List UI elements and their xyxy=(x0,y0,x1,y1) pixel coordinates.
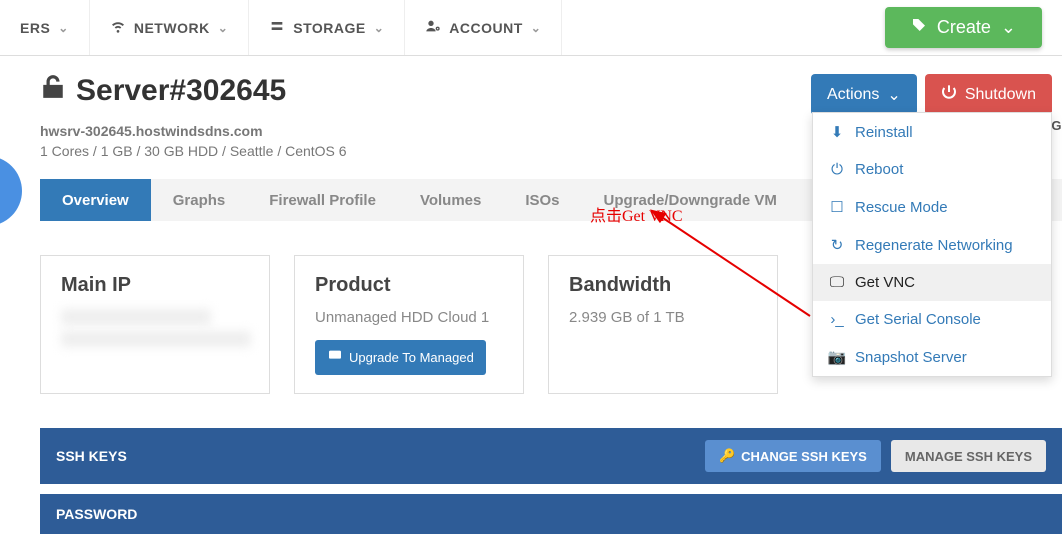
camera-icon: 📷 xyxy=(829,348,845,366)
card-main-ip: Main IP xyxy=(40,255,270,394)
user-cog-icon xyxy=(425,18,441,37)
create-button[interactable]: Create ⌄ xyxy=(885,7,1042,48)
tab-isos[interactable]: ISOs xyxy=(503,179,581,221)
nav-label: ERS xyxy=(20,20,50,36)
shutdown-button[interactable]: Shutdown xyxy=(925,74,1052,115)
refresh-icon: ↻ xyxy=(829,236,845,254)
create-label: Create xyxy=(937,17,991,38)
menu-rescue[interactable]: ☐ Rescue Mode xyxy=(813,188,1051,226)
key-icon: 🔑 xyxy=(719,448,735,464)
chevron-down-icon: ⌄ xyxy=(531,21,542,35)
chevron-down-icon: ⌄ xyxy=(887,85,900,105)
power-icon xyxy=(941,84,957,105)
title-text: Server#302645 xyxy=(76,74,286,108)
card-product: Product Unmanaged HDD Cloud 1 Upgrade To… xyxy=(294,255,524,394)
menu-label: Reboot xyxy=(855,161,903,178)
chevron-down-icon: ⌄ xyxy=(58,21,69,35)
tab-volumes[interactable]: Volumes xyxy=(398,179,503,221)
chevron-down-icon: ⌄ xyxy=(218,21,229,35)
monitor-icon: 🖵 xyxy=(829,274,845,291)
manage-ssh-button[interactable]: MANAGE SSH KEYS xyxy=(891,440,1046,472)
menu-snapshot[interactable]: 📷 Snapshot Server xyxy=(813,338,1051,376)
life-ring-icon: ☐ xyxy=(829,198,845,216)
menu-serial-console[interactable]: ›_ Get Serial Console xyxy=(813,301,1051,338)
tab-firewall[interactable]: Firewall Profile xyxy=(247,179,398,221)
menu-label: Regenerate Networking xyxy=(855,237,1013,254)
storage-icon xyxy=(269,18,285,37)
nav-storage[interactable]: STORAGE ⌄ xyxy=(249,0,405,55)
side-bubble xyxy=(0,156,22,226)
product-value: Unmanaged HDD Cloud 1 xyxy=(315,309,503,326)
nav-label: ACCOUNT xyxy=(449,20,523,36)
menu-label: Snapshot Server xyxy=(855,349,967,366)
menu-label: Reinstall xyxy=(855,124,913,141)
terminal-icon: ›_ xyxy=(829,311,845,328)
actions-dropdown: ⬇ Reinstall ⏻ Reboot ☐ Rescue Mode ↻ Regener… xyxy=(812,112,1052,377)
tab-overview[interactable]: Overview xyxy=(40,179,151,221)
btn-label: MANAGE SSH KEYS xyxy=(905,449,1032,464)
menu-regen-network[interactable]: ↻ Regenerate Networking xyxy=(813,226,1051,264)
menu-get-vnc[interactable]: 🖵 Get VNC xyxy=(813,264,1051,301)
tab-graphs[interactable]: Graphs xyxy=(151,179,248,221)
actions-label: Actions xyxy=(827,86,879,104)
upgrade-label: Upgrade To Managed xyxy=(349,350,474,365)
chevron-down-icon: ⌄ xyxy=(1001,17,1016,38)
menu-reboot[interactable]: ⏻ Reboot xyxy=(813,151,1051,188)
menu-label: Rescue Mode xyxy=(855,199,948,216)
redacted-ip xyxy=(61,309,211,325)
shutdown-label: Shutdown xyxy=(965,86,1036,104)
download-icon: ⬇ xyxy=(829,123,845,141)
upgrade-managed-button[interactable]: Upgrade To Managed xyxy=(315,340,486,375)
actions-button[interactable]: Actions ⌄ xyxy=(811,74,917,115)
bandwidth-value: 2.939 GB of 1 TB xyxy=(569,309,757,326)
card-bandwidth: Bandwidth 2.939 GB of 1 TB xyxy=(548,255,778,394)
top-nav: ERS ⌄ NETWORK ⌄ STORAGE ⌄ ACCOUNT ⌄ Crea… xyxy=(0,0,1062,56)
unlock-icon xyxy=(40,74,66,108)
chevron-down-icon: ⌄ xyxy=(374,21,385,35)
wifi-icon xyxy=(110,18,126,37)
password-title: PASSWORD xyxy=(56,506,137,522)
power-icon: ⏻ xyxy=(829,161,845,178)
tag-icon xyxy=(911,17,927,38)
card-title: Product xyxy=(315,274,503,297)
password-bar: PASSWORD xyxy=(40,494,1062,534)
ssh-keys-bar: SSH KEYS 🔑 CHANGE SSH KEYS MANAGE SSH KE… xyxy=(40,428,1062,484)
nav-label: STORAGE xyxy=(293,20,365,36)
menu-label: Get Serial Console xyxy=(855,311,981,328)
annotation-text: 点击Get VNC xyxy=(590,202,683,226)
upgrade-icon xyxy=(327,348,343,367)
card-title: Main IP xyxy=(61,274,249,297)
btn-label: CHANGE SSH KEYS xyxy=(741,449,867,464)
nav-servers[interactable]: ERS ⌄ xyxy=(0,0,90,55)
change-ssh-button[interactable]: 🔑 CHANGE SSH KEYS xyxy=(705,440,881,472)
menu-label: Get VNC xyxy=(855,274,915,291)
ssh-title: SSH KEYS xyxy=(56,448,127,464)
page-title: Server#302645 xyxy=(40,74,286,108)
nav-label: NETWORK xyxy=(134,20,210,36)
nav-account[interactable]: ACCOUNT ⌄ xyxy=(405,0,562,55)
redacted-ip2 xyxy=(61,331,251,347)
nav-network[interactable]: NETWORK ⌄ xyxy=(90,0,249,55)
card-title: Bandwidth xyxy=(569,274,757,297)
menu-reinstall[interactable]: ⬇ Reinstall xyxy=(813,113,1051,151)
